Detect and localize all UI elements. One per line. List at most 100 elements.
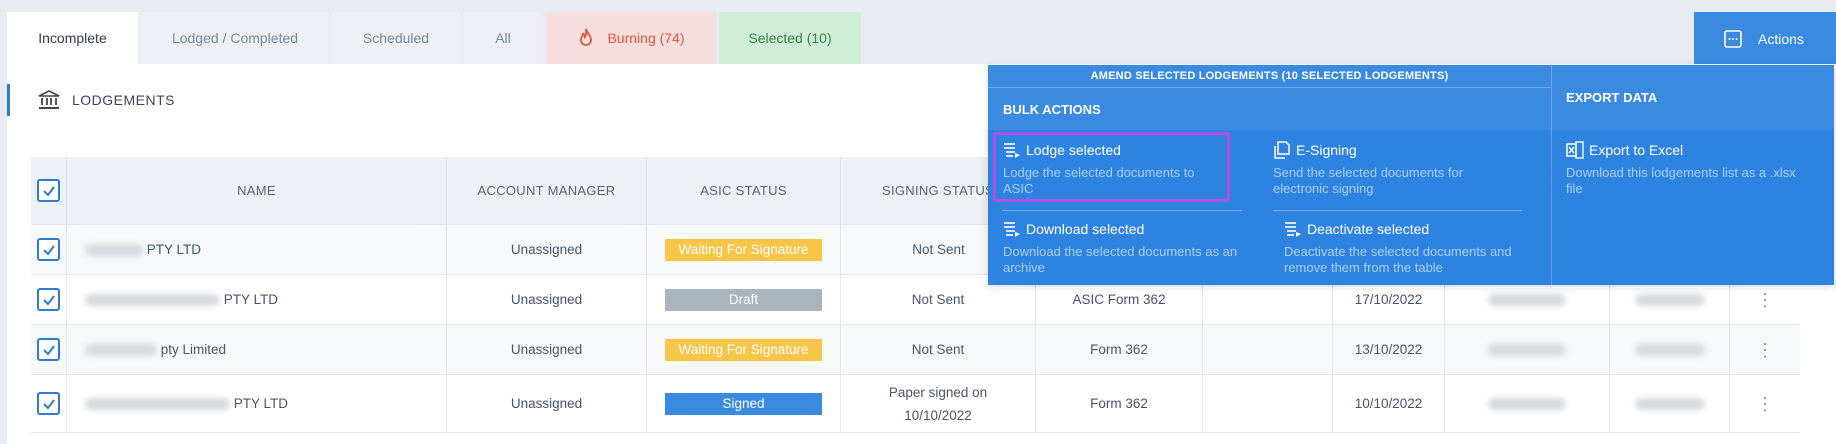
redacted-cell: [1610, 325, 1730, 374]
checkmark-icon: [42, 244, 55, 256]
company-name-suffix: PTY LTD: [223, 292, 279, 307]
bank-icon: [38, 90, 60, 109]
checkmark-icon: [42, 294, 55, 306]
tab-label: Selected (10): [748, 30, 832, 46]
divider: [1273, 210, 1522, 211]
select-all-checkbox[interactable]: [37, 179, 60, 202]
account-manager-cell: Unassigned: [447, 325, 647, 374]
section-title: LODGEMENTS: [72, 92, 176, 108]
kebab-menu-icon[interactable]: ⋮: [1756, 291, 1774, 309]
action-title: E-Signing: [1296, 142, 1357, 158]
section-header: LODGEMENTS: [7, 84, 175, 116]
signing-status-cell: Paper signed on 10/10/2022: [841, 375, 1036, 432]
redacted-value: [1488, 343, 1566, 356]
name-cell: PTY LTD: [67, 275, 447, 324]
actions-button[interactable]: Actions: [1694, 12, 1836, 65]
tab-burning[interactable]: Burning (74): [546, 12, 716, 64]
signing-status-line: Paper signed on: [888, 384, 988, 400]
row-checkbox[interactable]: [37, 288, 60, 311]
name-cell: PTY LTD: [67, 375, 447, 432]
redacted-name: [85, 293, 220, 306]
list-icon: [1004, 143, 1020, 158]
status-badge: Waiting For Signature: [665, 338, 822, 361]
dropdown-subtitle: AMEND SELECTED LODGEMENTS (10 SELECTED L…: [988, 65, 1551, 88]
deactivate-selected-action[interactable]: Deactivate selected Deactivate the selec…: [1284, 220, 1544, 276]
header-asic-status[interactable]: ASIC STATUS: [647, 157, 841, 224]
tab-label: Scheduled: [362, 30, 430, 46]
tab-label: Burning (74): [607, 30, 685, 46]
tab-all[interactable]: All: [463, 12, 543, 64]
redacted-cell: [1445, 325, 1610, 374]
row-menu-cell: ⋮: [1730, 375, 1800, 432]
status-badge: Signed: [665, 392, 822, 415]
signing-status-cell: Not Sent: [841, 325, 1036, 374]
row-menu-cell: ⋮: [1730, 325, 1800, 374]
name-cell: PTY LTD: [67, 225, 447, 274]
header-account-manager[interactable]: ACCOUNT MANAGER: [447, 157, 647, 224]
excel-icon: [1566, 141, 1584, 159]
status-badge: Waiting For Signature: [665, 238, 822, 261]
action-description-line: electronic signing: [1273, 181, 1374, 196]
tab-label: All: [495, 30, 511, 46]
document-icon: [1274, 141, 1290, 159]
list-icon: [1004, 222, 1020, 237]
table-row[interactable]: pty Limited Unassigned Waiting For Signa…: [31, 325, 1800, 375]
asic-status-cell: Draft: [647, 275, 841, 324]
export-data-heading: EXPORT DATA: [1551, 65, 1834, 130]
table-row[interactable]: PTY LTD Unassigned Signed Paper signed o…: [31, 375, 1800, 433]
action-description-line: remove them from the table: [1284, 260, 1443, 275]
account-manager-cell: Unassigned: [447, 275, 647, 324]
asic-status-cell: Signed: [647, 375, 841, 432]
action-description-line: archive: [1003, 260, 1045, 275]
company-name-suffix: PTY LTD: [146, 242, 202, 257]
export-to-excel-action[interactable]: Export to Excel Download this lodgements…: [1566, 141, 1826, 197]
action-title: Export to Excel: [1589, 142, 1684, 158]
flame-icon: [580, 28, 593, 46]
action-description-line: file: [1566, 181, 1583, 196]
header-name[interactable]: NAME: [67, 157, 447, 224]
tab-scheduled[interactable]: Scheduled: [332, 12, 460, 64]
tab-label: Incomplete: [38, 30, 107, 46]
empty-cell: [1203, 375, 1333, 432]
divider: [1002, 210, 1242, 211]
account-manager-cell: Unassigned: [447, 225, 647, 274]
row-checkbox[interactable]: [37, 392, 60, 415]
row-checkbox[interactable]: [37, 338, 60, 361]
redacted-value: [1634, 293, 1705, 306]
tab-bar: Incomplete Lodged / Completed Scheduled …: [7, 12, 864, 64]
download-selected-action[interactable]: Download selected Download the selected …: [1003, 220, 1263, 276]
row-select-cell: [31, 275, 67, 324]
action-description-line: Send the selected documents for: [1273, 165, 1464, 180]
tab-selected[interactable]: Selected (10): [719, 12, 861, 64]
bulk-actions-heading: BULK ACTIONS: [1003, 101, 1101, 117]
company-name-suffix: pty Limited: [160, 342, 227, 357]
bulk-actions-body: Lodge selected Lodge the selected docume…: [988, 130, 1551, 285]
checkmark-icon: [42, 185, 55, 197]
tab-incomplete[interactable]: Incomplete: [7, 12, 138, 64]
row-select-cell: [31, 225, 67, 274]
actions-label: Actions: [1758, 30, 1804, 47]
redacted-value: [1488, 397, 1566, 410]
action-description-line: Download this lodgements list as a .xlsx: [1566, 165, 1796, 180]
empty-cell: [1203, 325, 1333, 374]
action-title: Lodge selected: [1026, 142, 1121, 158]
redacted-cell: [1610, 375, 1730, 432]
row-select-cell: [31, 375, 67, 432]
redacted-name: [85, 397, 230, 410]
kebab-menu-icon[interactable]: ⋮: [1756, 341, 1774, 359]
lodge-selected-action[interactable]: Lodge selected Lodge the selected docume…: [993, 132, 1230, 202]
tab-label: Lodged / Completed: [171, 30, 299, 46]
kebab-menu-icon[interactable]: ⋮: [1756, 395, 1774, 413]
redacted-name: [85, 243, 143, 256]
action-title: Deactivate selected: [1307, 221, 1430, 237]
redacted-cell: [1445, 375, 1610, 432]
redacted-value: [1634, 343, 1705, 356]
e-signing-action[interactable]: E-Signing Send the selected documents fo…: [1273, 141, 1533, 197]
actions-icon: [1724, 29, 1742, 48]
redacted-value: [1634, 397, 1705, 410]
tab-lodged-completed[interactable]: Lodged / Completed: [141, 12, 329, 64]
select-all-cell: [31, 157, 67, 224]
section-accent-bar: [7, 84, 10, 116]
action-description-line: Download the selected documents as an: [1003, 244, 1238, 259]
row-checkbox[interactable]: [37, 238, 60, 261]
